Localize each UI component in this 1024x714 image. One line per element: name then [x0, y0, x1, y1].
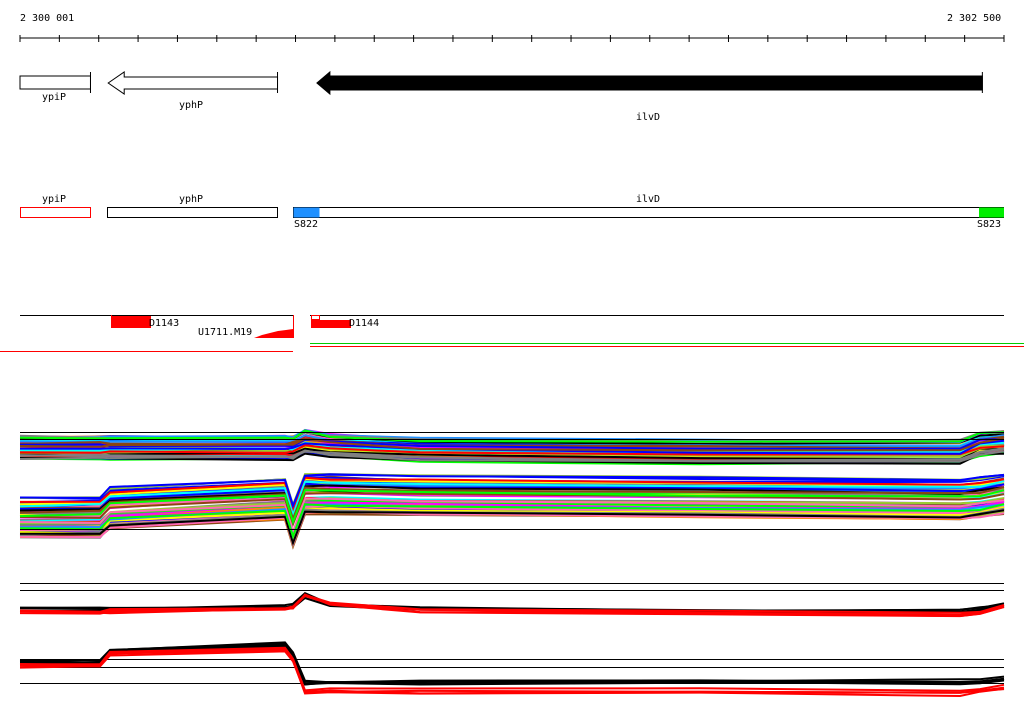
transcript-label-yphP[interactable]: yphP — [179, 195, 203, 205]
gene-yphP-arrow — [107, 71, 279, 95]
gene-ypiP — [19, 75, 91, 90]
feature-u1711-m19-ramp — [254, 329, 293, 338]
transcript-ypiP — [20, 207, 91, 218]
ruler-end-label: 2 302 500 — [947, 13, 1002, 24]
transcript-yphP — [107, 207, 278, 218]
gene-ilvD-arrow — [316, 70, 983, 96]
feature-d1143 — [111, 316, 151, 328]
feature-d1144 — [311, 320, 351, 328]
transcript-ilvD — [293, 207, 1004, 218]
gene-label-ypiP[interactable]: ypiP — [42, 93, 66, 103]
site-s822 — [293, 207, 320, 218]
site-s823 — [979, 207, 1004, 218]
gene-label-ilvD[interactable]: ilvD — [636, 113, 660, 123]
genome-browser-canvas — [0, 35, 1024, 698]
site-label-s823[interactable]: S823 — [977, 220, 1001, 230]
ruler-start-label: 2 300 001 — [20, 13, 75, 24]
site-label-s822[interactable]: S822 — [294, 220, 318, 230]
expression-profile-line — [19, 650, 1005, 695]
transcript-label-ilvD[interactable]: ilvD — [636, 195, 660, 205]
gene-label-yphP[interactable]: yphP — [179, 101, 203, 111]
feature-label-d1143[interactable]: D1143 — [149, 319, 179, 329]
feature-d1144-start — [311, 315, 320, 320]
expression-profile-line — [19, 647, 1005, 694]
feature-label-d1144[interactable]: D1144 — [349, 319, 379, 329]
feature-label-u1711-m19[interactable]: U1711.M19 — [198, 328, 252, 338]
transcript-label-ypiP[interactable]: ypiP — [42, 195, 66, 205]
